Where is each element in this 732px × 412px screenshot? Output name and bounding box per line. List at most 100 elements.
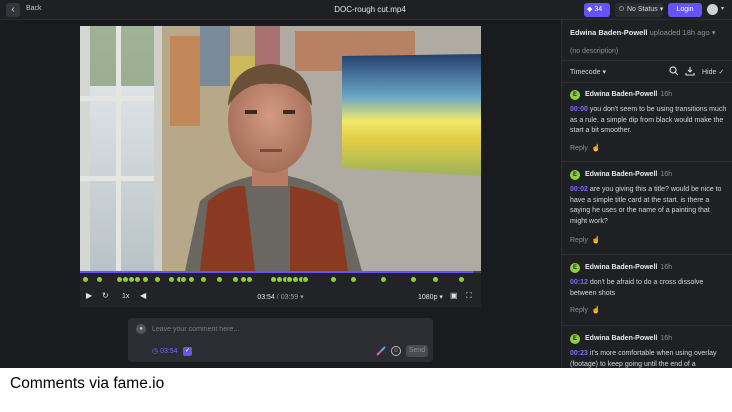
download-icon[interactable] (685, 66, 695, 76)
fullscreen-icon[interactable]: ⛶ (466, 291, 472, 301)
video-frame[interactable] (80, 26, 481, 271)
uploaded-time: uploaded 18h ago (649, 28, 710, 37)
chevron-down-icon: ▾ (300, 294, 304, 301)
play-icon[interactable]: ▶ (86, 291, 92, 300)
file-title: DOC-rough cut.mp4 (334, 5, 406, 14)
reply-button[interactable]: Reply (570, 237, 588, 244)
comment-marker[interactable] (188, 276, 195, 283)
quality-selector[interactable]: 1080p ▾ (418, 293, 443, 301)
comment-timecode[interactable]: 00:00 (570, 106, 588, 113)
thumbs-up-icon[interactable]: ☝ (592, 307, 601, 314)
loop-icon[interactable]: ↻ (102, 291, 109, 300)
chevron-down-icon: ▾ (602, 69, 606, 76)
comment-body: 00:00 you don't seem to be using transiti… (570, 105, 728, 137)
comment-item[interactable]: E Edwina Baden-Powell 16h 00:23 it's more … (562, 327, 732, 368)
composer-avatar-icon: ● (136, 324, 146, 334)
thumbs-up-icon[interactable]: ☝ (592, 237, 601, 244)
chevron-left-icon: ‹ (11, 4, 15, 15)
comment-marker[interactable] (82, 276, 89, 283)
comment-timecode[interactable]: 00:23 (570, 350, 588, 357)
comment-avatar: E (570, 170, 580, 180)
comment-marker[interactable] (134, 276, 141, 283)
duration: 03:59 (280, 294, 299, 301)
timeline[interactable] (80, 271, 481, 287)
comment-marker[interactable] (380, 276, 387, 283)
current-time: 03:54 (257, 294, 275, 301)
thumbs-up-icon[interactable]: ☝ (592, 145, 601, 152)
quality-label: 1080p (418, 294, 438, 301)
login-button[interactable]: Login (668, 3, 702, 17)
comment-marker[interactable] (168, 276, 175, 283)
comment-author: Edwina Baden-Powell 16h (585, 91, 673, 98)
comment-marker[interactable] (432, 276, 439, 283)
comment-author: Edwina Baden-Powell 16h (585, 264, 673, 271)
emoji-icon[interactable]: ☺ (391, 346, 401, 356)
comment-marker[interactable] (246, 276, 253, 283)
timecode-display[interactable]: 03:54 / 03:59 ▾ (240, 293, 321, 301)
chevron-down-icon[interactable]: ▾ (712, 28, 716, 37)
top-bar: ‹ Back DOC-rough cut.mp4 ◆ 34 No Status ▾… (0, 0, 732, 20)
comment-marker[interactable] (216, 276, 223, 283)
comment-text: are you giving this a title? would be ni… (570, 186, 722, 225)
sort-label: Timecode (570, 69, 601, 76)
chevron-down-icon: ▾ (721, 6, 725, 12)
comment-item[interactable]: E Edwina Baden-Powell 16h 00:02 are you gi… (562, 163, 732, 255)
back-button[interactable]: ‹ (6, 3, 20, 17)
video-still (80, 26, 481, 271)
comment-marker[interactable] (458, 276, 465, 283)
comment-marker[interactable] (200, 276, 207, 283)
comment-text: don't be afraid to do a cross dissolve b… (570, 279, 704, 297)
comment-item[interactable]: E Edwina Baden-Powell 16h 00:00 you don't … (562, 83, 732, 162)
draw-brush-icon[interactable] (376, 346, 386, 356)
comment-input[interactable] (152, 322, 422, 336)
comment-marker[interactable] (180, 276, 187, 283)
comment-marker[interactable] (410, 276, 417, 283)
comment-marker[interactable] (330, 276, 337, 283)
app-window: ‹ Back DOC-rough cut.mp4 ◆ 34 No Status ▾… (0, 0, 732, 368)
comment-age: 16h (660, 91, 673, 98)
back-label[interactable]: Back (26, 5, 42, 12)
comment-timecode[interactable]: 00:02 (570, 186, 588, 193)
chevron-down-icon: ▾ (659, 6, 664, 13)
status-dropdown[interactable]: No Status ▾ (615, 3, 663, 17)
comment-marker[interactable] (350, 276, 357, 283)
clock-icon: ◷ (152, 348, 159, 355)
comment-age: 16h (660, 335, 673, 342)
comment-marker[interactable] (154, 276, 161, 283)
volume-icon[interactable]: ◀ (140, 291, 146, 300)
playback-speed[interactable]: 1x (122, 293, 129, 300)
comment-age: 16h (660, 171, 673, 178)
user-menu[interactable]: ▾ (707, 3, 729, 17)
comment-timecode[interactable]: 00:12 (570, 279, 588, 286)
uploader-line: Edwina Baden-Powell uploaded 18h ago ▾ (570, 28, 716, 37)
reply-button[interactable]: Reply (570, 145, 588, 152)
comment-marker[interactable] (302, 276, 309, 283)
hide-completed-toggle[interactable]: Hide ✓ (702, 68, 724, 76)
comment-marker[interactable] (232, 276, 239, 283)
comment-actions: Reply ☝ (570, 236, 601, 244)
comment-count-button[interactable]: ◆ 34 (584, 3, 610, 17)
sort-dropdown[interactable]: Timecode ▾ (570, 68, 606, 76)
comment-item[interactable]: E Edwina Baden-Powell 16h 00:12 don't be a… (562, 256, 732, 326)
comment-marker[interactable] (96, 276, 103, 283)
comment-body: 00:02 are you giving this a title? would … (570, 185, 728, 227)
comment-avatar: E (570, 263, 580, 273)
comment-composer: ● ◷ 03:54 ✓ ☺ Send (128, 318, 433, 362)
progress-fill (80, 271, 473, 273)
timecode-checkbox[interactable]: ✓ (183, 347, 192, 356)
check-circle-icon: ✓ (718, 69, 725, 76)
divider (562, 60, 732, 61)
composer-timecode: 03:54 (160, 348, 178, 355)
timecode-toggle[interactable]: ◷ 03:54 (152, 347, 178, 357)
comment-body: 00:12 don't be afraid to do a cross disso… (570, 278, 728, 299)
comment-author: Edwina Baden-Powell 16h (585, 335, 673, 342)
send-button[interactable]: Send (406, 345, 428, 357)
reply-button[interactable]: Reply (570, 307, 588, 314)
status-label: No Status (627, 6, 658, 13)
search-icon[interactable] (669, 66, 679, 76)
pip-icon[interactable]: ▣ (450, 291, 458, 300)
hide-label: Hide (702, 69, 717, 76)
comment-marker[interactable] (142, 276, 149, 283)
player-controls: ▶ ↻ 1x ◀ 03:54 / 03:59 ▾ 1080p ▾ ▣ ⛶ (80, 287, 481, 307)
comment-avatar: E (570, 90, 580, 100)
